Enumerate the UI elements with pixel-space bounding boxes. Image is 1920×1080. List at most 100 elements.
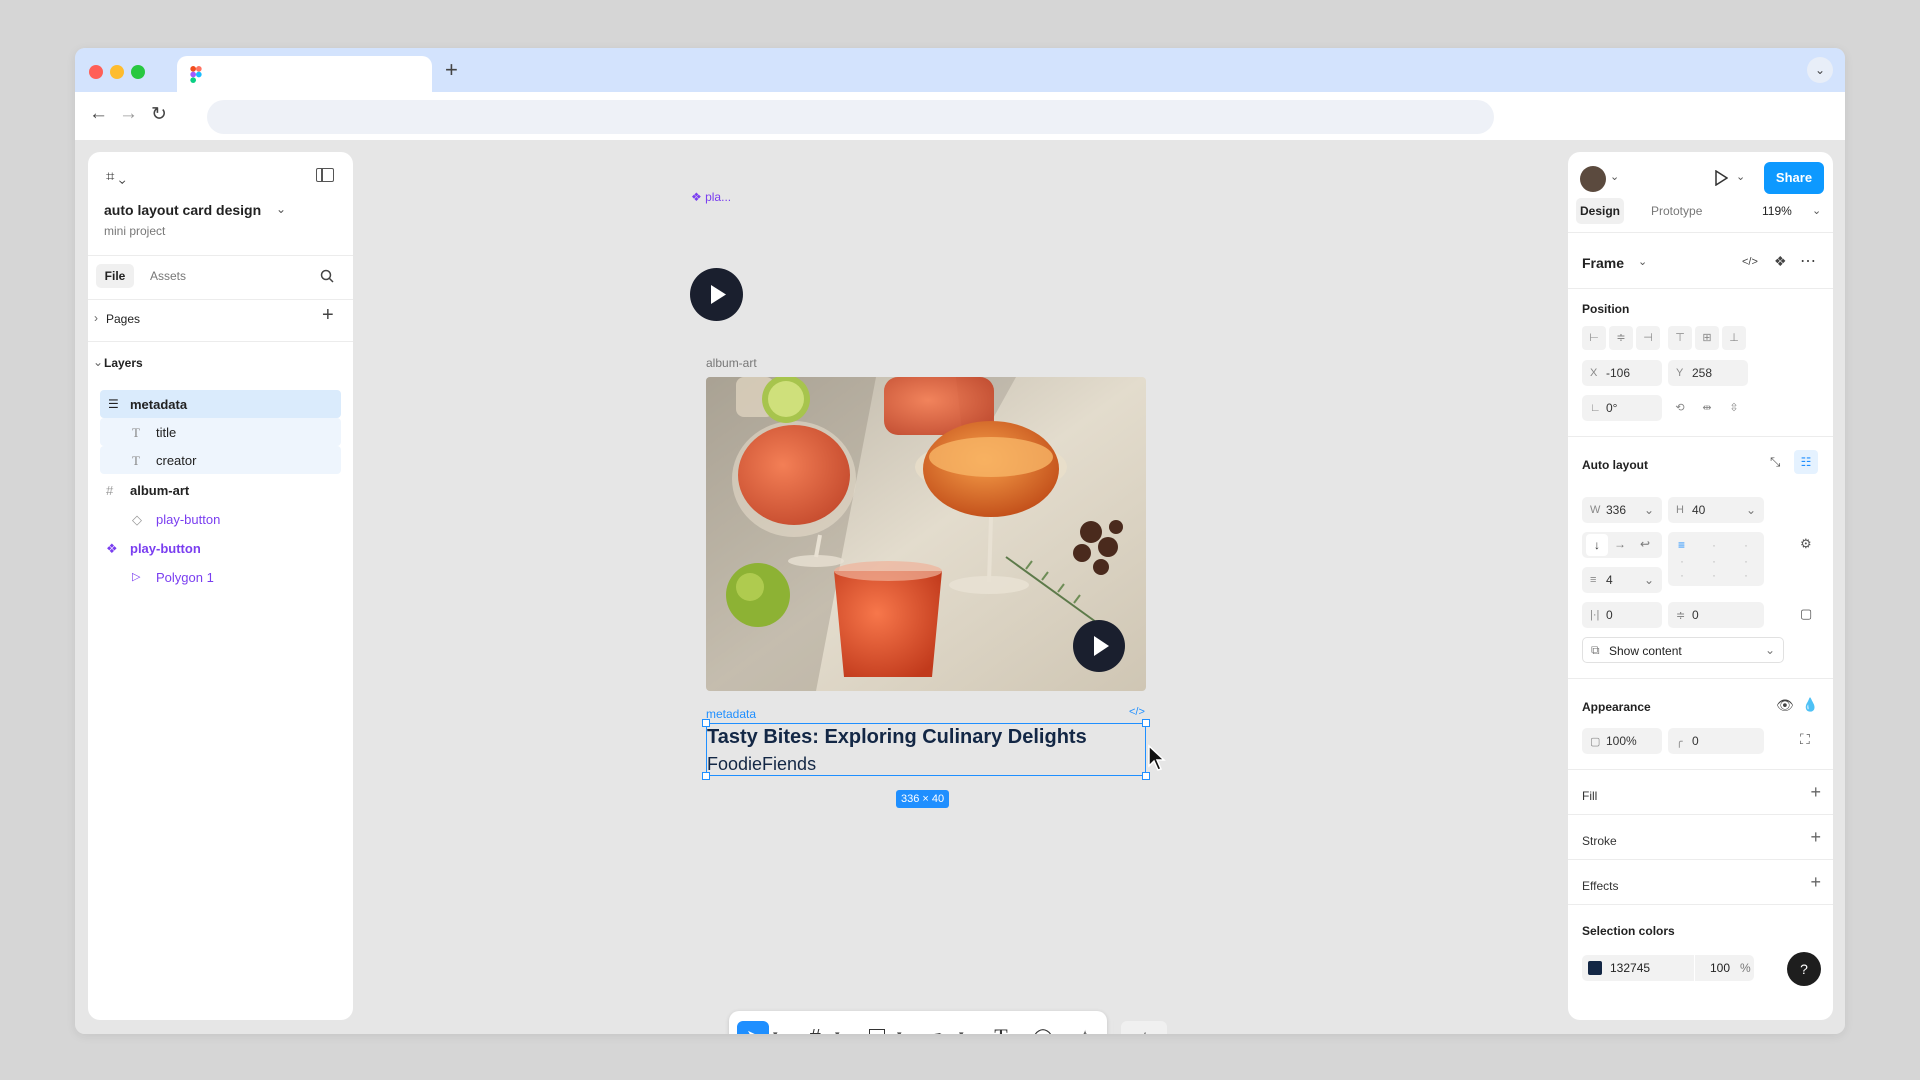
search-icon[interactable] [320,269,334,283]
x-field[interactable]: X -106 [1582,360,1662,386]
reload-icon[interactable]: ↻ [151,103,167,126]
expand-corners-icon[interactable]: ⛶ [1800,731,1810,748]
component-label[interactable]: ❖ pla... [691,190,731,204]
add-stroke-icon[interactable]: + [1810,827,1821,848]
figma-canvas[interactable]: ⌗ ⌄ auto layout card design ⌄ mini proje… [75,140,1845,1034]
fill-label[interactable]: Fill [1582,789,1597,803]
flip-horizontal-icon[interactable]: ⇹ [1695,396,1719,420]
album-art-frame[interactable] [706,377,1146,691]
code-icon[interactable]: </> [1129,706,1145,718]
eye-icon[interactable]: 👁 [1776,697,1794,714]
resize-handle[interactable] [1142,772,1150,780]
add-fill-icon[interactable]: + [1810,782,1821,803]
opacity-field[interactable]: ▢ 100% [1582,728,1662,754]
height-field[interactable]: H 40 ⌄ [1668,497,1764,523]
present-play-icon[interactable] [1714,170,1728,186]
resize-handle[interactable] [1142,719,1150,727]
resize-handle[interactable] [702,719,710,727]
effects-label[interactable]: Effects [1582,879,1618,893]
tab-search-chevron-icon[interactable]: ⌄ [1807,57,1833,83]
layer-play-button-instance[interactable]: ◇ play-button [100,505,341,533]
horizontal-direction-icon[interactable]: → [1614,537,1626,551]
code-icon[interactable]: </> [1742,256,1758,268]
back-arrow-icon[interactable]: ← [89,103,108,125]
horizontal-padding-field[interactable]: |·| 0 [1582,602,1662,628]
rotate-icon[interactable]: ⟲ [1668,396,1692,420]
metadata-selection[interactable]: Tasty Bites: Exploring Culinary Delights… [706,723,1146,776]
align-dot-icon[interactable]: · [1680,554,1684,568]
avatar[interactable] [1580,166,1606,192]
rotation-field[interactable]: ∟ 0° [1582,395,1662,421]
align-center-h-icon[interactable]: ≑ [1609,326,1633,350]
remove-auto-layout-icon[interactable]: ☷ [1794,450,1818,474]
clip-content-select[interactable]: ⧉ Show content ⌄ [1582,637,1784,663]
more-icon[interactable]: ⋯ [1800,251,1816,271]
width-field[interactable]: W 336 ⌄ [1582,497,1662,523]
chevron-down-icon[interactable]: ⌄ [1736,170,1745,183]
tab-file[interactable]: File [96,264,134,288]
chevron-down-icon[interactable]: ⌄ [1610,170,1619,183]
layer-metadata[interactable]: ☰ metadata [100,390,341,418]
chevron-down-icon[interactable]: ⌄ [1812,204,1821,217]
tab-assets[interactable]: Assets [150,269,186,283]
layer-polygon-1[interactable]: ▷ Polygon 1 [100,563,341,591]
close-window-dot[interactable] [89,65,103,79]
minimize-window-dot[interactable] [110,65,124,79]
address-bar[interactable] [207,100,1494,134]
align-dot-icon[interactable]: · [1712,554,1716,568]
align-dot-icon[interactable]: · [1680,568,1684,582]
gap-field[interactable]: ≡ 4 ⌄ [1582,567,1662,593]
layer-play-button-component[interactable]: ❖ play-button [100,534,341,562]
flip-vertical-icon[interactable]: ⇳ [1722,396,1746,420]
layer-album-art[interactable]: # album-art [100,476,341,504]
main-menu-icon[interactable]: ⌗ ⌄ [106,168,126,185]
color-swatch[interactable] [1588,961,1602,975]
forward-arrow-icon[interactable]: → [119,103,138,125]
pages-label[interactable]: Pages [106,312,140,326]
wrap-icon[interactable]: ↩ [1640,537,1650,551]
project-title[interactable]: auto layout card design [104,202,261,218]
color-hex[interactable]: 132745 [1610,961,1650,975]
align-bottom-icon[interactable]: ⊥ [1722,326,1746,350]
rectangle-tool-icon[interactable] [861,1021,893,1034]
component-icon[interactable]: ❖ [1774,253,1787,270]
chevron-down-icon[interactable]: ⌄ [276,202,286,216]
card-title[interactable]: Tasty Bites: Exploring Culinary Delights [707,726,1087,749]
align-left-icon[interactable]: ⊢ [1582,326,1606,350]
add-page-icon[interactable]: + [322,304,334,327]
selection-color-field[interactable]: 132745 100 % [1582,955,1754,981]
album-art-label[interactable]: album-art [706,356,757,370]
text-tool-icon[interactable]: T [985,1021,1017,1034]
frame-tool-icon[interactable]: # [799,1021,831,1034]
chevron-down-icon[interactable]: ▾ [959,1029,964,1034]
stroke-label[interactable]: Stroke [1582,834,1617,848]
layout-settings-icon[interactable]: ⚙ [1800,536,1812,552]
sidebar-toggle-icon[interactable] [316,168,334,182]
add-effect-icon[interactable]: + [1810,872,1821,893]
resize-handle[interactable] [702,772,710,780]
y-field[interactable]: Y 258 [1668,360,1748,386]
chevron-down-icon[interactable]: ⌄ [93,355,103,369]
align-top-icon[interactable]: ⊤ [1668,326,1692,350]
chevron-down-icon[interactable]: ▾ [773,1029,778,1034]
chevron-down-icon[interactable]: ▾ [835,1029,840,1034]
align-dot-icon[interactable]: · [1744,554,1748,568]
align-top-left-icon[interactable]: ≡ [1678,538,1685,552]
play-button-instance[interactable] [1073,620,1125,672]
align-dot-icon[interactable]: · [1712,538,1716,552]
actions-sparkle-icon[interactable]: ✧ [1069,1021,1101,1034]
move-tool-icon[interactable]: ➤ [737,1021,769,1034]
dev-mode-code-icon[interactable]: </> [1121,1021,1167,1034]
align-dot-icon[interactable]: · [1744,568,1748,582]
card-creator[interactable]: FoodieFiends [707,754,816,775]
tab-design[interactable]: Design [1576,198,1624,224]
chevron-down-icon[interactable]: ⌄ [1638,255,1647,268]
align-dot-icon[interactable]: · [1744,538,1748,552]
tab-prototype[interactable]: Prototype [1651,204,1702,218]
chevron-right-icon[interactable]: › [94,311,98,325]
browser-tab[interactable] [177,56,432,92]
comment-tool-icon[interactable]: ◯ [1027,1021,1059,1034]
corner-radius-field[interactable]: ╭ 0 [1668,728,1764,754]
layer-creator[interactable]: T creator [100,446,341,474]
align-right-icon[interactable]: ⊣ [1636,326,1660,350]
